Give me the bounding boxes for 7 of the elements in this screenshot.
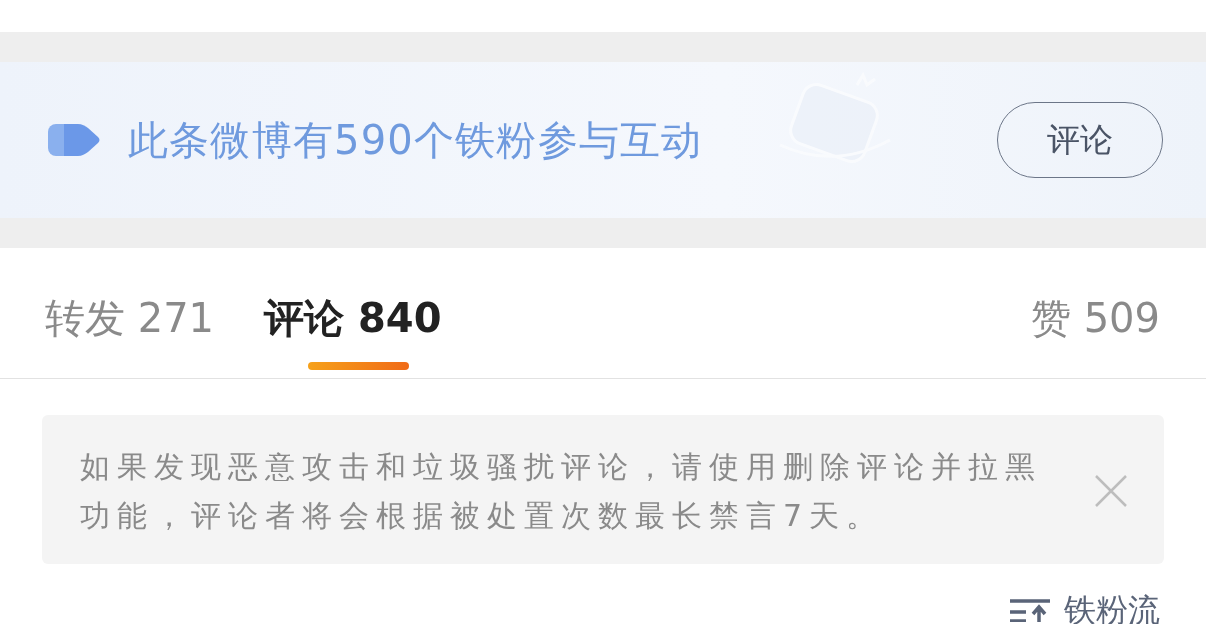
fan-interaction-text: 此条微博有590个铁粉参与互动 [128, 115, 703, 165]
tab[interactable]: 赞 509 [1030, 248, 1160, 346]
sort-icon[interactable] [1010, 598, 1050, 622]
tab[interactable]: 评论 840 [264, 248, 442, 346]
notice-text: 如果发现恶意攻击和垃圾骚扰评论，请使用删除评论并拉黑功能，评论者将会根据被处置次数最长禁言7天。 [80, 448, 1043, 535]
tab[interactable]: 转发 271 [45, 248, 215, 346]
double-play-icon [48, 122, 100, 158]
